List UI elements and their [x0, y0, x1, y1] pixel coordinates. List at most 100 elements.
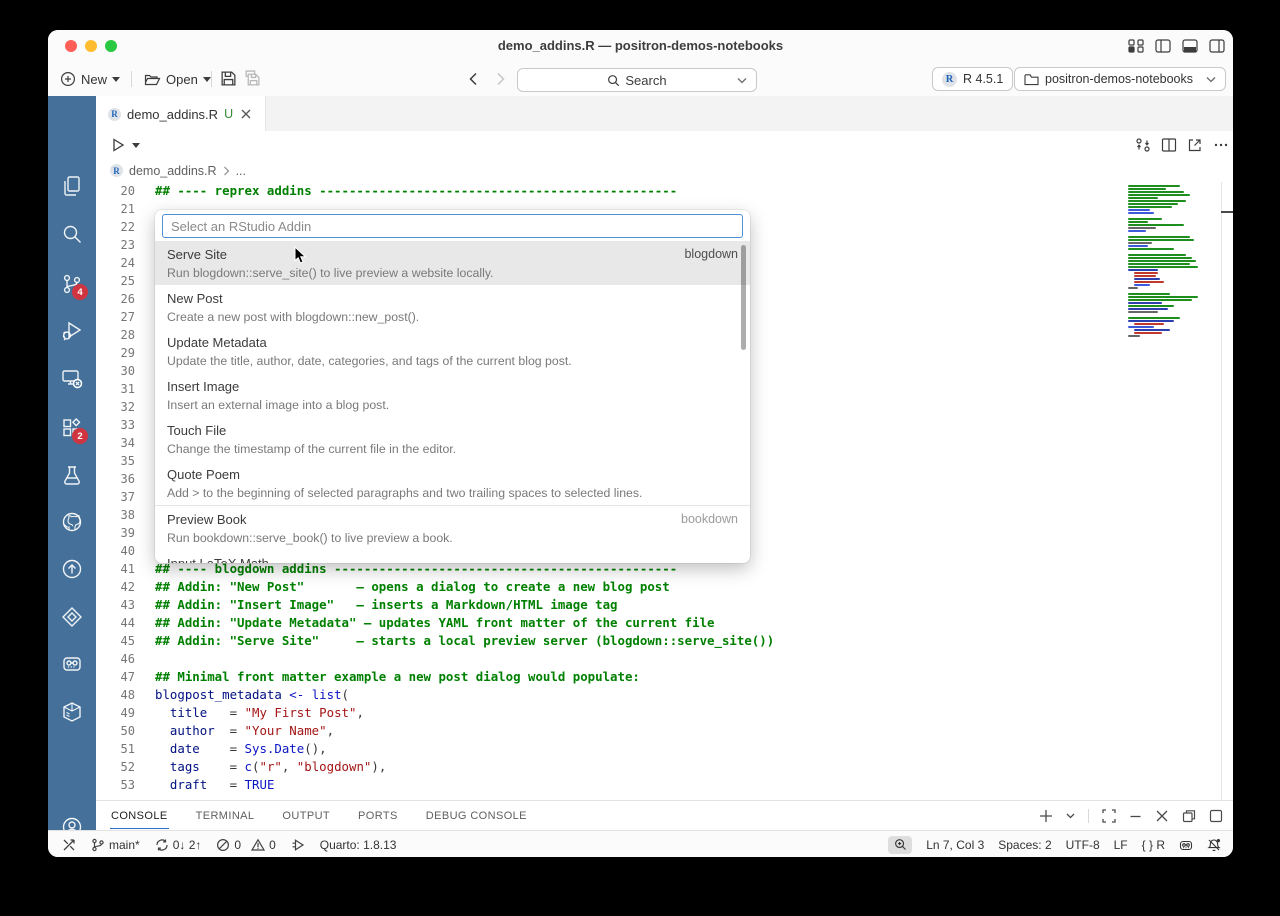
- new-button[interactable]: New: [56, 67, 124, 91]
- language-mode[interactable]: { } R: [1142, 838, 1165, 852]
- eol-sequence[interactable]: LF: [1114, 838, 1128, 852]
- quickpick-input[interactable]: [162, 214, 743, 238]
- debug-status[interactable]: [291, 838, 305, 852]
- indentation[interactable]: Spaces: 2: [998, 838, 1051, 852]
- chevron-down-icon: [1206, 76, 1216, 83]
- open-button[interactable]: Open: [140, 67, 215, 91]
- minimap-line: [1128, 227, 1156, 229]
- cursor-position[interactable]: Ln 7, Col 3: [926, 838, 984, 852]
- quickpick-item[interactable]: Serve SiteblogdownRun blogdown::serve_si…: [155, 241, 750, 285]
- compare-changes-icon[interactable]: [1135, 137, 1151, 153]
- testing-flask-icon[interactable]: [60, 464, 84, 488]
- quickpick-item[interactable]: Input LaTeX Math: [155, 550, 750, 563]
- search-view-icon[interactable]: [60, 222, 84, 246]
- quickpick-item[interactable]: New PostCreate a new post with blogdown:…: [155, 285, 750, 329]
- quickpick-item-description: Change the timestamp of the current file…: [167, 440, 738, 458]
- copilot-robot-icon[interactable]: [1179, 838, 1193, 852]
- connections-icon[interactable]: [60, 367, 84, 391]
- panel-tab-terminal[interactable]: TERMINAL: [195, 802, 256, 830]
- notifications-bell-icon[interactable]: [1207, 838, 1221, 852]
- run-debug-icon[interactable]: [60, 319, 84, 343]
- maximize-panel-icon[interactable]: [1102, 809, 1116, 823]
- zoom-control[interactable]: [888, 836, 912, 854]
- minimap-line: [1128, 206, 1172, 208]
- split-editor-icon[interactable]: [1161, 137, 1177, 153]
- workspace-button[interactable]: positron-demos-notebooks: [1014, 67, 1226, 91]
- status-bar: main* 0↓ 2↑ 0 0 Quarto: 1.8.13: [48, 830, 1233, 857]
- toggle-secondary-sidebar-icon[interactable]: [1209, 39, 1225, 53]
- more-actions-icon[interactable]: [1213, 137, 1229, 153]
- quickpick-item-description: Run blogdown::serve_site() to live previ…: [167, 264, 738, 282]
- github-icon[interactable]: [60, 510, 84, 534]
- quickpick-item[interactable]: Update MetadataUpdate the title, author,…: [155, 329, 750, 373]
- breadcrumb-more[interactable]: ...: [236, 164, 246, 178]
- quarto-status[interactable]: Quarto: 1.8.13: [320, 838, 397, 852]
- editor-scrollbar[interactable]: [1221, 182, 1233, 800]
- open-in-new-window-icon[interactable]: [1187, 137, 1203, 153]
- sync-status[interactable]: 0↓ 2↑: [155, 838, 202, 852]
- line-number: 39: [96, 524, 135, 542]
- eol-label: LF: [1114, 838, 1128, 852]
- quickpick-item[interactable]: Insert ImageInsert an external image int…: [155, 373, 750, 417]
- line-number: 42: [96, 578, 135, 596]
- extensions-badge: 2: [72, 428, 88, 444]
- customize-layout-icon[interactable]: [1128, 39, 1144, 53]
- panel-tab-debug-console[interactable]: DEBUG CONSOLE: [425, 802, 528, 830]
- run-dropdown-caret[interactable]: [132, 143, 140, 148]
- save-icon[interactable]: [220, 70, 237, 87]
- toggle-panel-icon[interactable]: [1182, 39, 1198, 53]
- quarto-diamond-icon[interactable]: [60, 605, 84, 629]
- console-dropdown-caret[interactable]: [1066, 813, 1075, 819]
- navigate-back-icon[interactable]: [466, 71, 482, 87]
- line-number: 49: [96, 704, 135, 722]
- window-title: demo_addins.R — positron-demos-notebooks: [48, 30, 1233, 62]
- panel-tab-console[interactable]: CONSOLE: [110, 802, 169, 830]
- minimap[interactable]: [1128, 185, 1205, 338]
- minimap-line: [1128, 230, 1146, 232]
- chevron-down-icon[interactable]: [737, 77, 747, 84]
- minimap-line: [1128, 335, 1140, 337]
- code-line: 49 title = "My First Post",: [96, 704, 1126, 722]
- run-file-icon[interactable]: [110, 137, 126, 153]
- global-search-box[interactable]: Search: [517, 68, 757, 92]
- quickpick-item[interactable]: Preview BookbookdownRun bookdown::serve_…: [155, 506, 750, 550]
- breadcrumb-file[interactable]: demo_addins.R: [129, 164, 217, 178]
- restore-panel-icon[interactable]: [1182, 809, 1196, 823]
- r-runtime-button[interactable]: R R 4.5.1: [932, 67, 1013, 91]
- divider: [211, 71, 212, 87]
- minimap-line: [1134, 323, 1164, 325]
- quickpick-scrollbar[interactable]: [741, 245, 746, 350]
- tab-demo-addins[interactable]: R demo_addins.R U: [96, 96, 266, 132]
- toggle-primary-sidebar-icon[interactable]: [1155, 39, 1171, 53]
- minimap-line: [1128, 299, 1192, 301]
- assistant-robot-icon[interactable]: [60, 652, 84, 676]
- close-panel-icon[interactable]: [1155, 809, 1169, 823]
- package-cube-icon[interactable]: [60, 700, 84, 724]
- new-console-plus-icon[interactable]: [1039, 809, 1053, 823]
- line-number: 48: [96, 686, 135, 704]
- breadcrumb[interactable]: R demo_addins.R ...: [96, 159, 1233, 182]
- tab-close-icon[interactable]: [239, 107, 253, 121]
- problems-status[interactable]: 0 0: [216, 838, 275, 852]
- publish-icon[interactable]: [60, 557, 84, 581]
- panel-tab-output[interactable]: OUTPUT: [281, 802, 331, 830]
- minimap-line: [1128, 218, 1162, 220]
- minimize-panel-icon[interactable]: [1129, 810, 1142, 823]
- quickpick-item[interactable]: Quote PoemAdd > to the beginning of sele…: [155, 461, 750, 505]
- minimap-line: [1128, 248, 1174, 250]
- remote-indicator[interactable]: [62, 838, 76, 852]
- encoding[interactable]: UTF-8: [1066, 838, 1100, 852]
- panel-tab-ports[interactable]: PORTS: [357, 802, 399, 830]
- line-number: 52: [96, 758, 135, 776]
- scrollbar-marker: [1221, 211, 1233, 213]
- quickpick-item[interactable]: Touch FileChange the timestamp of the cu…: [155, 417, 750, 461]
- save-all-icon[interactable]: [244, 70, 261, 87]
- divider: [131, 71, 132, 87]
- panel-layout-icon[interactable]: [1209, 809, 1223, 823]
- minimap-line: [1128, 287, 1138, 289]
- navigate-forward-icon[interactable]: [492, 71, 508, 87]
- git-branch-status[interactable]: main*: [91, 838, 140, 852]
- explorer-icon[interactable]: [60, 174, 84, 198]
- quickpick-item-description: Add > to the beginning of selected parag…: [167, 484, 738, 502]
- code-line: 20## ---- reprex addins ----------------…: [96, 182, 1126, 200]
